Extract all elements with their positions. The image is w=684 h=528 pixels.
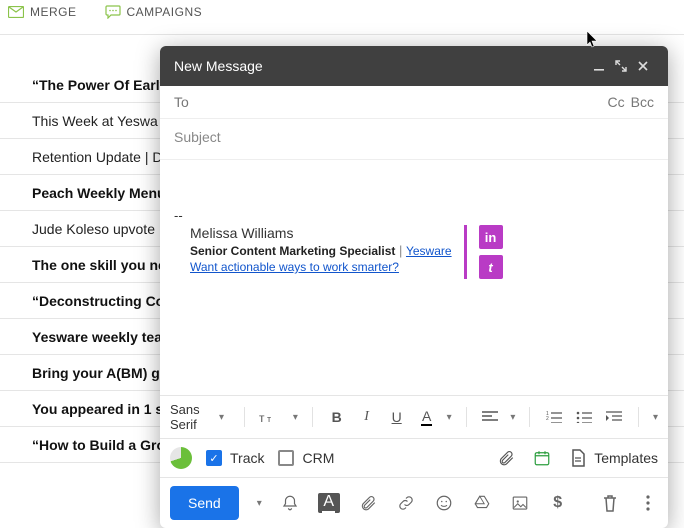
send-button[interactable]: Send	[170, 486, 239, 520]
envelope-icon	[8, 4, 24, 20]
bulleted-list-button[interactable]	[574, 407, 594, 427]
signature-company-link[interactable]: Yesware	[406, 244, 452, 258]
cc-button[interactable]: Cc	[608, 94, 625, 110]
compose-body[interactable]: -- Melissa Williams Senior Content Marke…	[160, 160, 668, 395]
svg-text:т: т	[267, 414, 271, 424]
yesware-logo-icon[interactable]	[170, 447, 192, 469]
reminder-bell-icon[interactable]	[280, 493, 300, 513]
more-options-icon[interactable]	[638, 493, 658, 513]
indent-button[interactable]	[604, 407, 624, 427]
insert-link-icon[interactable]	[396, 493, 416, 513]
emoji-icon[interactable]	[434, 493, 454, 513]
insert-photo-icon[interactable]	[510, 493, 530, 513]
svg-text:2: 2	[546, 416, 549, 422]
discard-draft-icon[interactable]	[600, 493, 620, 513]
more-format-button[interactable]: ▾	[653, 412, 658, 423]
toolbar-separator	[638, 407, 639, 427]
font-family-picker[interactable]: Sans Serif ▾	[170, 402, 230, 432]
signature-title: Senior Content Marketing Specialist	[190, 244, 395, 258]
signature-separator: |	[395, 243, 406, 258]
compose-titlebar[interactable]: New Message	[160, 46, 668, 86]
signature-block: Melissa Williams Senior Content Marketin…	[174, 225, 654, 279]
send-options-button[interactable]: ▾	[257, 498, 262, 509]
font-size-button[interactable]: тт	[259, 407, 279, 427]
signature-name: Melissa Williams	[190, 225, 452, 241]
app-topbar: MERGE CAMPAIGNS	[0, 0, 684, 24]
crm-toggle[interactable]: ✓ CRM	[278, 450, 334, 466]
track-toggle[interactable]: ✓ Track	[206, 450, 264, 466]
track-label: Track	[230, 450, 264, 466]
subject-row	[160, 119, 668, 160]
templates-button[interactable]: Templates	[568, 448, 658, 468]
format-toolbar: Sans Serif ▾ тт ▾ B I U A ▾ ▾ 12	[160, 395, 668, 438]
compose-title: New Message	[174, 58, 263, 74]
align-button[interactable]	[480, 407, 500, 427]
send-later-icon[interactable]	[532, 448, 552, 468]
mail-merge-label: MERGE	[30, 5, 77, 19]
svg-text:т: т	[259, 411, 265, 424]
text-color-button[interactable]: A	[417, 407, 437, 427]
subject-input[interactable]	[174, 129, 654, 145]
mail-merge-button[interactable]: MERGE	[8, 4, 77, 20]
compose-window: New Message To Cc Bcc -- Melissa William…	[160, 46, 668, 528]
chevron-down-icon[interactable]: ▾	[510, 412, 515, 423]
signature-dashes: --	[174, 208, 654, 223]
crm-label: CRM	[302, 450, 334, 466]
signature-cta-link[interactable]: Want actionable ways to work smarter?	[190, 260, 399, 274]
to-row: To Cc Bcc	[160, 86, 668, 119]
signature-divider	[464, 225, 467, 279]
toolbar-separator	[466, 407, 467, 427]
checkbox-unchecked-icon: ✓	[278, 450, 294, 466]
chevron-down-icon[interactable]: ▾	[447, 412, 452, 423]
bold-button[interactable]: B	[327, 407, 347, 427]
format-toggle-button[interactable]: A	[318, 493, 340, 513]
attach-file-icon[interactable]	[358, 493, 378, 513]
speech-bubble-icon	[105, 4, 121, 20]
send-toolbar: Send ▾ A $	[160, 477, 668, 528]
to-input[interactable]	[214, 94, 608, 110]
templates-icon	[568, 448, 588, 468]
toolbar-separator	[312, 407, 313, 427]
checkbox-checked-icon: ✓	[206, 450, 222, 466]
expand-icon[interactable]	[610, 60, 632, 72]
drive-icon[interactable]	[472, 493, 492, 513]
underline-button[interactable]: U	[387, 407, 407, 427]
toolbar-separator	[529, 407, 530, 427]
minimize-icon[interactable]	[588, 60, 610, 72]
to-label: To	[174, 94, 214, 110]
templates-label: Templates	[594, 450, 658, 466]
chevron-down-icon: ▾	[219, 412, 224, 423]
yesware-toolbar: ✓ Track ✓ CRM Templates	[160, 438, 668, 477]
chevron-down-icon[interactable]: ▾	[293, 412, 298, 423]
linkedin-icon[interactable]: in	[479, 225, 503, 249]
money-icon[interactable]: $	[548, 493, 568, 513]
numbered-list-button[interactable]: 12	[544, 407, 564, 427]
twitter-icon[interactable]: t	[479, 255, 503, 279]
close-icon[interactable]	[632, 60, 654, 72]
bcc-button[interactable]: Bcc	[631, 94, 654, 110]
campaigns-label: CAMPAIGNS	[127, 5, 203, 19]
font-family-label: Sans Serif	[170, 402, 213, 432]
campaigns-button[interactable]: CAMPAIGNS	[105, 4, 203, 20]
attach-tracking-icon[interactable]	[496, 448, 516, 468]
toolbar-separator	[244, 407, 245, 427]
italic-button[interactable]: I	[357, 407, 377, 427]
